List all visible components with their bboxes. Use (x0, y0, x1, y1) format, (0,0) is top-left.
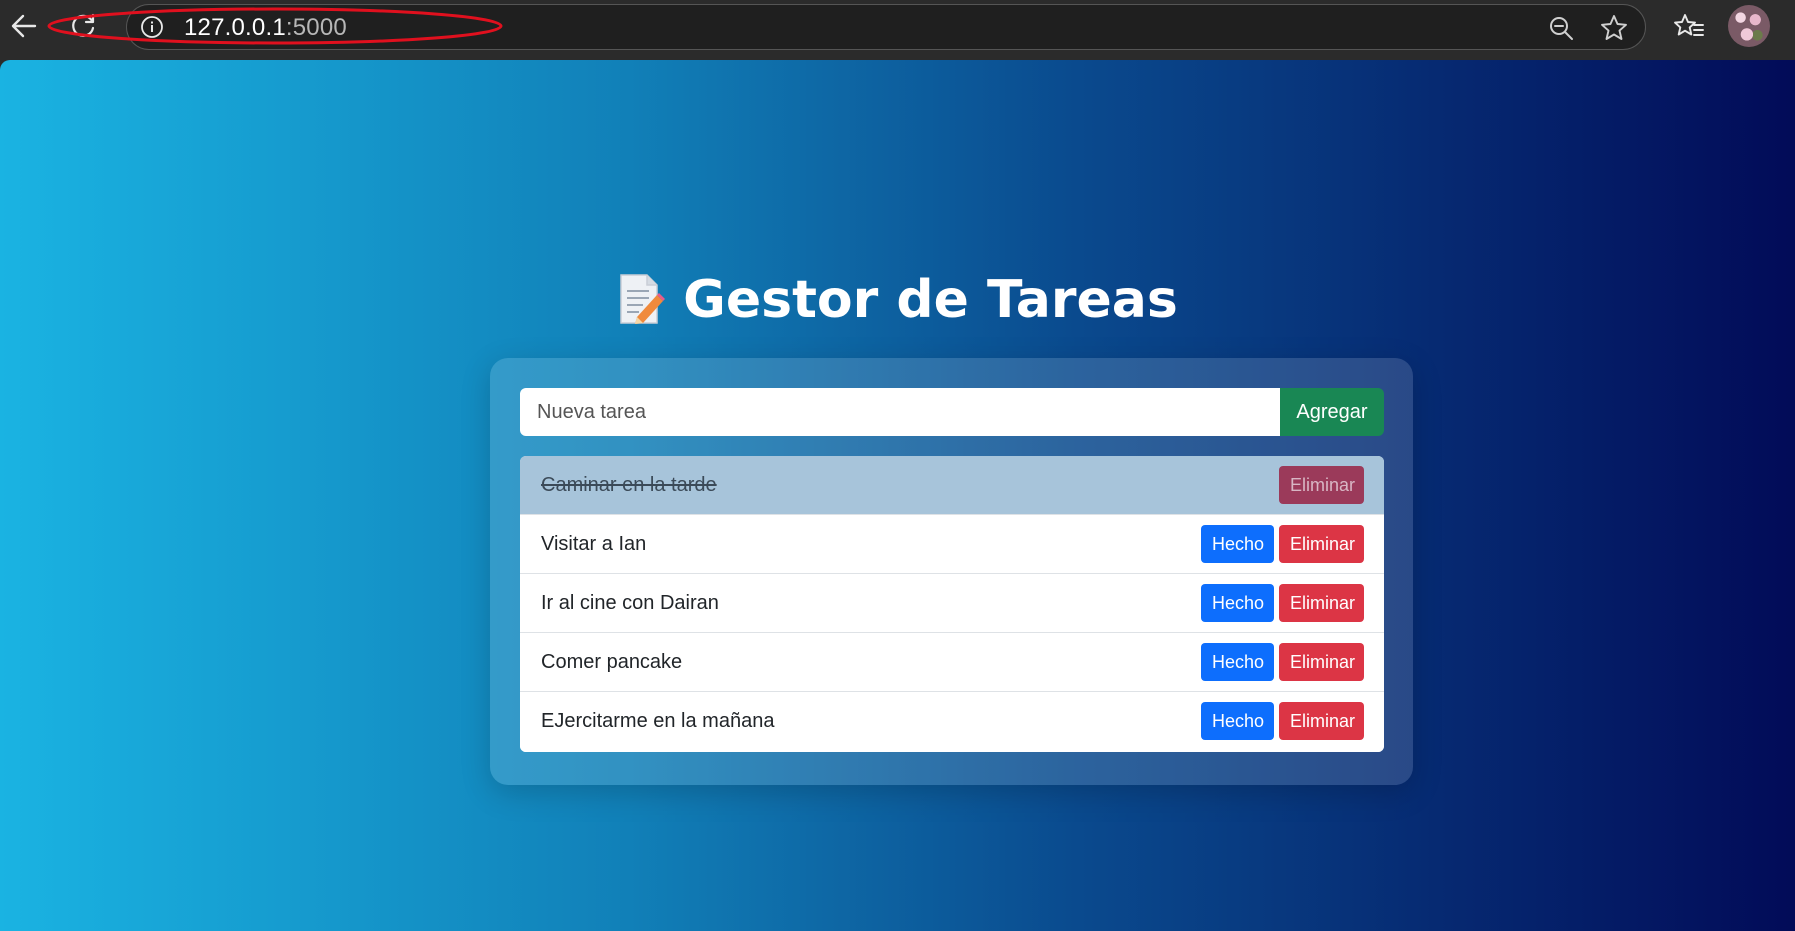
zoom-out-icon[interactable] (1547, 14, 1575, 42)
task-actions: Hecho Eliminar (1201, 702, 1364, 740)
delete-button[interactable]: Eliminar (1279, 643, 1364, 681)
task-text: EJercitarme en la mañana (541, 710, 775, 732)
back-button[interactable] (6, 8, 42, 44)
mark-done-button[interactable]: Hecho (1201, 584, 1274, 622)
task-item: Visitar a Ian Hecho Eliminar (520, 515, 1384, 574)
delete-button[interactable]: Eliminar (1279, 525, 1364, 563)
mark-done-button[interactable]: Hecho (1201, 702, 1274, 740)
star-icon[interactable] (1599, 13, 1629, 43)
url-host: 127.0.0.1 (184, 14, 286, 41)
page-viewport: Gestor de Tareas Agregar Caminar en la t… (0, 60, 1795, 931)
url-port: :5000 (285, 14, 347, 41)
task-item: Ir al cine con Dairan Hecho Eliminar (520, 574, 1384, 633)
add-task-form: Agregar (520, 388, 1384, 436)
page-title-text: Gestor de Tareas (683, 270, 1178, 330)
task-item: Comer pancake Hecho Eliminar (520, 633, 1384, 692)
info-icon[interactable] (140, 15, 164, 39)
task-list: Caminar en la tarde Eliminar Visitar a I… (520, 456, 1384, 752)
favorites-list-icon[interactable] (1672, 10, 1706, 44)
task-text: Caminar en la tarde (541, 474, 717, 496)
arrow-left-icon (11, 14, 37, 38)
task-text: Ir al cine con Dairan (541, 592, 719, 614)
task-actions: Hecho Eliminar (1201, 643, 1364, 681)
task-actions: Hecho Eliminar (1201, 525, 1364, 563)
task-text: Comer pancake (541, 651, 683, 673)
reload-icon (72, 13, 95, 37)
url-text[interactable]: 127.0.0.1:5000 (184, 14, 347, 42)
address-bar[interactable]: 127.0.0.1:5000 (126, 4, 1646, 50)
task-item-completed: Caminar en la tarde Eliminar (520, 456, 1384, 515)
page-title: Gestor de Tareas (0, 268, 1795, 332)
add-task-button[interactable]: Agregar (1280, 388, 1384, 436)
mark-done-button[interactable]: Hecho (1201, 643, 1274, 681)
memo-icon (620, 274, 666, 324)
task-card: Agregar Caminar en la tarde Eliminar Vis… (490, 358, 1413, 785)
task-actions: Hecho Eliminar (1201, 584, 1364, 622)
delete-button[interactable]: Eliminar (1279, 702, 1364, 740)
task-text: Visitar a Ian (541, 533, 647, 555)
mark-done-button[interactable]: Hecho (1201, 525, 1274, 563)
browser-toolbar: 127.0.0.1:5000 (0, 0, 1795, 60)
reload-button[interactable] (66, 8, 102, 44)
avatar[interactable] (1728, 5, 1770, 47)
delete-button[interactable]: Eliminar (1279, 584, 1364, 622)
new-task-input[interactable] (520, 388, 1280, 436)
delete-button[interactable]: Eliminar (1279, 466, 1364, 504)
task-item: EJercitarme en la mañana Hecho Eliminar (520, 692, 1384, 752)
task-actions: Eliminar (1279, 466, 1364, 504)
